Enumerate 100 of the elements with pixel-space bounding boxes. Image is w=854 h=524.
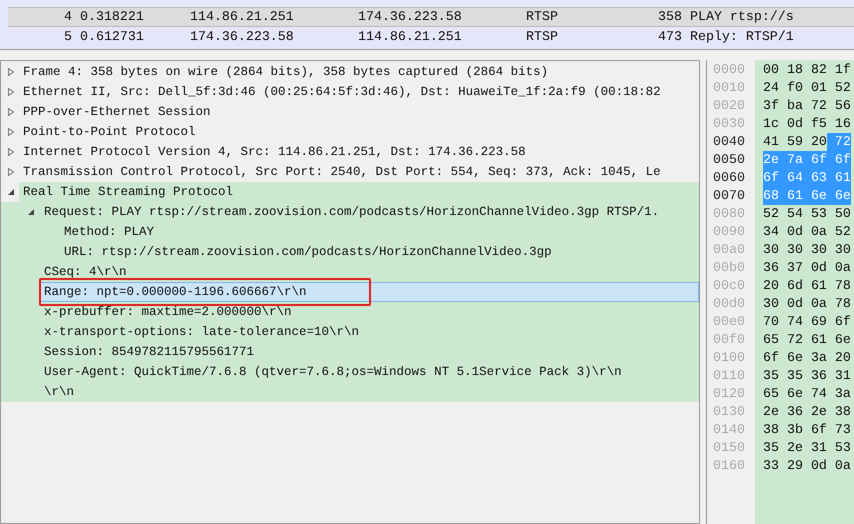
hex-byte[interactable]: 18: [778, 61, 803, 79]
hex-byte[interactable]: 37: [778, 259, 803, 277]
hex-byte[interactable]: 35: [763, 367, 779, 385]
expand-triangle-icon[interactable]: [7, 128, 15, 136]
hex-byte[interactable]: 70: [763, 313, 779, 331]
hex-byte[interactable]: 00: [763, 61, 779, 79]
hex-byte[interactable]: 53: [826, 439, 851, 457]
hex-byte[interactable]: 2e: [778, 439, 803, 457]
hex-byte[interactable]: 82: [802, 61, 827, 79]
expand-triangle-icon[interactable]: [7, 88, 15, 96]
hex-byte[interactable]: 1f: [826, 61, 851, 79]
hex-byte[interactable]: 0d: [778, 115, 803, 133]
hex-byte[interactable]: 30: [778, 241, 803, 259]
hex-byte[interactable]: 54: [778, 205, 803, 223]
hex-byte[interactable]: 30: [802, 241, 827, 259]
byte-text: 61: [810, 331, 827, 350]
expand-triangle-icon[interactable]: [7, 108, 15, 116]
hex-byte[interactable]: 72: [802, 97, 827, 115]
hex-byte[interactable]: 78: [826, 277, 851, 295]
hex-byte[interactable]: 30: [763, 241, 779, 259]
hex-byte[interactable]: 30: [763, 295, 779, 313]
hex-byte[interactable]: 0a: [802, 223, 827, 241]
hex-byte[interactable]: f5: [802, 115, 827, 133]
hex-byte[interactable]: 3a: [802, 349, 827, 367]
hex-byte[interactable]: 6d: [778, 277, 803, 295]
tree-row[interactable]: Point-to-Point Protocol: [19, 122, 699, 142]
hex-byte[interactable]: 1c: [763, 115, 779, 133]
hex-byte[interactable]: 2e: [802, 403, 827, 421]
hex-byte[interactable]: 65: [763, 385, 779, 403]
hex-byte[interactable]: 74: [802, 385, 827, 403]
hex-byte[interactable]: 36: [802, 367, 827, 385]
hex-byte[interactable]: 52: [826, 79, 851, 97]
hex-byte[interactable]: 31: [826, 367, 851, 385]
hex-byte[interactable]: 35: [778, 367, 803, 385]
hex-byte[interactable]: 29: [778, 457, 803, 475]
hex-byte[interactable]: 74: [778, 313, 803, 331]
hex-byte[interactable]: ba: [778, 97, 803, 115]
hex-byte[interactable]: 0a: [826, 259, 851, 277]
hex-byte[interactable]: 50: [826, 205, 851, 223]
hex-byte[interactable]: 41: [763, 133, 779, 151]
tree-row[interactable]: Internet Protocol Version 4, Src: 114.86.21.251, Dst: 174.36.223.58: [19, 142, 699, 162]
hex-byte[interactable]: 0d: [778, 223, 803, 241]
hex-byte[interactable]: 6e: [778, 385, 803, 403]
hex-byte[interactable]: 53: [802, 205, 827, 223]
tree-row[interactable]: Frame 4: 358 bytes on wire (2864 bits), 358 bytes captured (2864 bits): [19, 62, 699, 82]
hex-byte[interactable]: 31: [802, 439, 827, 457]
expand-triangle-icon[interactable]: [7, 148, 15, 156]
hex-byte[interactable]: 16: [826, 115, 851, 133]
hex-byte[interactable]: 38: [826, 403, 851, 421]
hex-byte[interactable]: 01: [802, 79, 827, 97]
hex-byte[interactable]: 0d: [802, 457, 827, 475]
hex-byte[interactable]: 34: [763, 223, 779, 241]
packet-row[interactable]: 5 0.612731 174.36.223.58 114.86.21.251 RTSP 473 Reply: RTSP/1: [8, 27, 854, 47]
hex-byte[interactable]: f0: [778, 79, 803, 97]
hex-byte[interactable]: 6f: [802, 421, 827, 439]
hex-byte[interactable]: 52: [763, 205, 779, 223]
hex-byte[interactable]: 24: [763, 79, 779, 97]
hex-byte[interactable]: 0d: [778, 295, 803, 313]
hex-byte[interactable]: 3a: [826, 385, 851, 403]
hex-byte[interactable]: 73: [826, 421, 851, 439]
tree-row[interactable]: PPP-over-Ethernet Session: [19, 102, 699, 122]
hex-byte[interactable]: 52: [826, 223, 851, 241]
tree-row[interactable]: Range: npt=0.000000-1196.606667\r\n: [39, 282, 699, 302]
tree-row[interactable]: Ethernet II, Src: Dell_5f:3d:46 (00:25:64:5f:3d:46), Dst: HuaweiTe_1f:2a:f9 (00:18:82: [19, 82, 699, 102]
hex-byte[interactable]: 6f: [826, 313, 851, 331]
hex-byte[interactable]: 33: [763, 457, 779, 475]
hex-byte[interactable]: 65: [763, 331, 779, 349]
number-cell-text: 4: [63, 8, 72, 26]
hex-byte[interactable]: 69: [802, 313, 827, 331]
hex-byte[interactable]: 20: [802, 133, 827, 151]
hex-byte[interactable]: 36: [763, 259, 779, 277]
destination-cell-text: 174.36.223.58: [358, 8, 463, 26]
hex-byte[interactable]: 3f: [763, 97, 779, 115]
hex-byte[interactable]: 2e: [763, 403, 779, 421]
hex-byte[interactable]: 35: [763, 439, 779, 457]
expand-triangle-icon[interactable]: [7, 68, 15, 76]
collapse-triangle-icon[interactable]: [27, 208, 35, 216]
hex-byte[interactable]: 0a: [802, 295, 827, 313]
hex-byte[interactable]: 38: [763, 421, 779, 439]
expand-triangle-icon[interactable]: [7, 168, 15, 176]
hex-byte[interactable]: 72: [778, 331, 803, 349]
packet-row[interactable]: 4 0.318221 114.86.21.251 174.36.223.58 RTSP 358 PLAY rtsp://s: [8, 7, 854, 27]
hex-byte[interactable]: 6e: [778, 349, 803, 367]
hex-byte[interactable]: 6e: [826, 331, 851, 349]
hex-byte[interactable]: 3b: [778, 421, 803, 439]
hex-byte[interactable]: 36: [778, 403, 803, 421]
hex-byte[interactable]: 6f: [763, 349, 779, 367]
tree-row[interactable]: Real Time Streaming Protocol: [19, 182, 699, 202]
hex-byte[interactable]: 61: [802, 277, 827, 295]
hex-byte[interactable]: 61: [802, 331, 827, 349]
hex-byte[interactable]: 0d: [802, 259, 827, 277]
hex-byte[interactable]: 20: [826, 349, 851, 367]
tree-row[interactable]: Transmission Control Protocol, Src Port: 2540, Dst Port: 554, Seq: 373, Ack: 1045, Le: [19, 162, 699, 182]
hex-byte[interactable]: 59: [778, 133, 803, 151]
hex-byte[interactable]: 0a: [826, 457, 851, 475]
hex-byte[interactable]: 20: [763, 277, 779, 295]
hex-byte[interactable]: 78: [826, 295, 851, 313]
hex-byte[interactable]: 56: [826, 97, 851, 115]
collapse-triangle-icon[interactable]: [7, 188, 15, 196]
hex-byte[interactable]: 30: [826, 241, 851, 259]
